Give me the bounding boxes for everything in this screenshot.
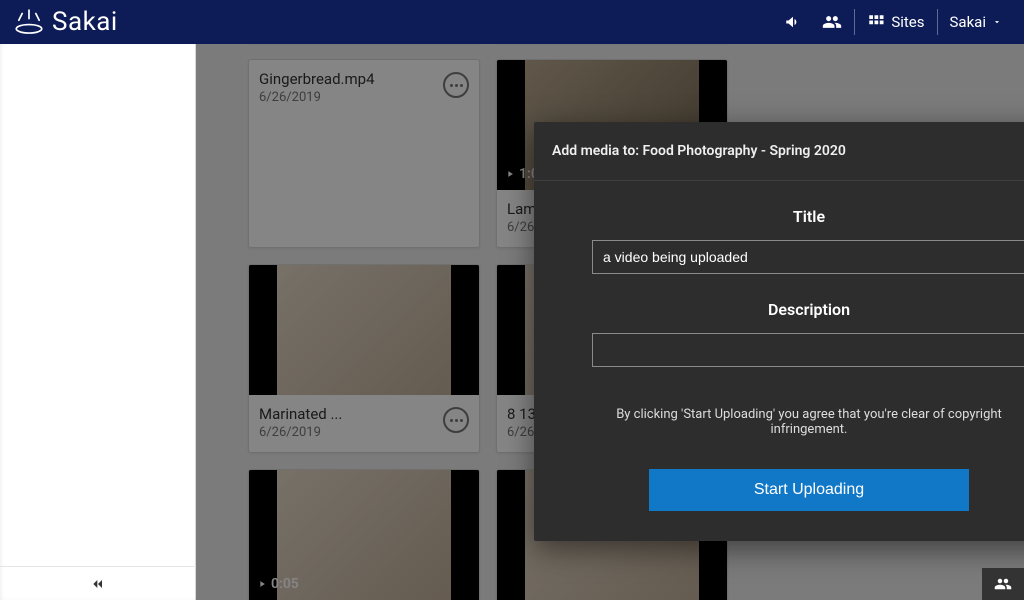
chevron-down-icon [992,17,1002,27]
sakai-logo-icon [12,5,46,39]
people-icon [994,575,1012,593]
description-field-label: Description [768,300,850,319]
user-menu[interactable]: Sakai [940,0,1012,44]
sites-button[interactable]: Sites [857,0,934,44]
modal-body: Title Description By clicking 'Start Upl… [534,181,1024,541]
title-field-label: Title [793,207,825,226]
user-label: Sakai [950,13,986,31]
legal-text: By clicking 'Start Uploading' you agree … [592,407,1024,437]
bullhorn-icon [784,13,802,31]
title-input[interactable] [592,240,1024,274]
brand-text: Sakai [52,7,118,37]
announcements-button[interactable] [774,0,812,44]
sidebar [0,44,196,600]
presence-widget[interactable] [982,568,1024,600]
topbar-separator [854,9,855,35]
description-input[interactable] [592,333,1024,367]
sites-label: Sites [891,13,924,31]
chevron-double-left-icon [90,576,106,592]
topbar-separator [937,9,938,35]
sidebar-collapse-button[interactable] [0,566,196,600]
add-media-modal: Add media to: Food Photography - Spring … [534,122,1024,541]
brand[interactable]: Sakai [12,5,118,39]
modal-title: Add media to: Food Photography - Spring … [552,143,846,159]
modal-header: Add media to: Food Photography - Spring … [534,122,1024,181]
grid-icon [867,13,885,31]
people-icon [822,12,842,32]
start-uploading-button[interactable]: Start Uploading [649,469,969,511]
community-button[interactable] [812,0,852,44]
topbar: Sakai Sites Sakai [0,0,1024,44]
